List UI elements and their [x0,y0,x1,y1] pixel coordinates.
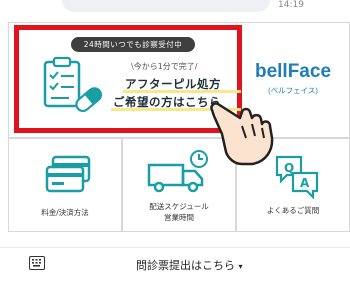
pointing-hand-icon [210,102,274,166]
bellface-logo: bellFace [254,61,332,82]
promo-title-line2: ご希望の方はこちら [113,95,221,109]
bellface-kana: (ベルフェイス) [268,86,318,95]
tile-faq-label: よくあるご質問 [266,206,320,215]
keyboard-icon[interactable] [29,256,45,270]
tile-delivery-label-2: 営業時間 [164,213,194,222]
footer-menu-toggle[interactable]: 問診票提出はこちら ▾ [136,257,243,273]
footer-label: 問診票提出はこちら [136,259,235,272]
message-time: 14:19 [278,0,304,10]
clipboard-pill-icon [43,56,103,113]
promo-subtitle: \今から1分で完了/ [131,62,198,71]
chat-bubble: ‹ [62,0,270,12]
chat-header: ‹ 14:19 [0,0,350,22]
chevron-down-icon: ▾ [238,262,243,271]
footer-bar: 問診票提出はこちら ▾ [0,247,350,283]
promo-title-line1: アフターピル処方 [125,77,221,91]
tile-delivery-label-1: 配送スケジュール [149,202,209,211]
tile-payment-label: 料金/決済方法 [41,208,89,217]
promo-badge: 24時間いつでも診察受付中 [71,37,195,52]
svg-text:A: A [300,176,310,190]
tile-payment[interactable]: 料金/決済方法 [8,138,122,232]
delivery-truck-icon [147,150,208,193]
credit-card-icon [45,155,91,193]
